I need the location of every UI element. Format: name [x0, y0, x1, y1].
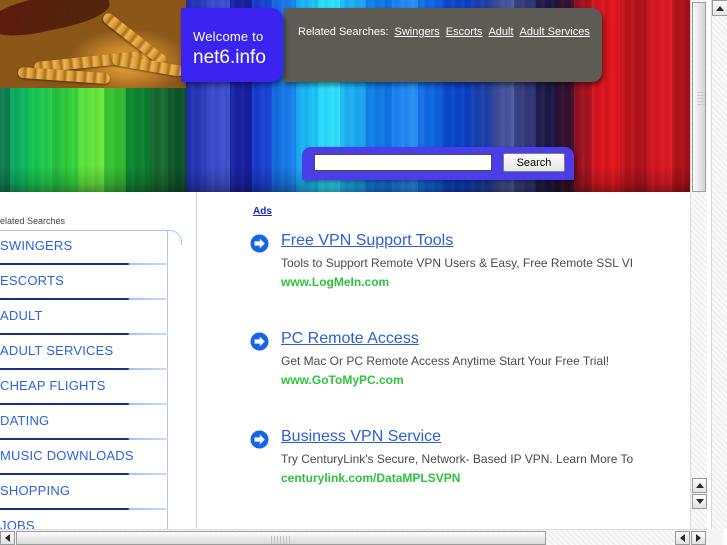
- welcome-badge: Welcome to net6.info: [181, 8, 283, 82]
- sidebar-item-label: JOBS: [0, 518, 35, 529]
- page-horizontal-scrollbar[interactable]: [0, 529, 707, 545]
- browser-vertical-scrollbar-track[interactable]: [712, 17, 727, 529]
- sidebar-item-label: ADULT: [0, 308, 43, 323]
- browser-vertical-scrollbar[interactable]: [711, 0, 727, 529]
- arrow-right-circle-icon: [250, 234, 269, 253]
- related-link-adult-services[interactable]: Adult Services: [520, 26, 590, 38]
- page-vertical-scrollbar-thumb[interactable]: [692, 2, 706, 192]
- scroll-left-icon[interactable]: [675, 531, 690, 545]
- scroll-up-icon[interactable]: [692, 478, 707, 493]
- site-name: net6.info: [193, 47, 266, 68]
- sidebar-title: elated Searches: [0, 216, 66, 226]
- ads-column: Ads Free VPN Support Tools Tools to Supp…: [197, 192, 707, 529]
- sidebar-item-music-downloads[interactable]: MUSIC DOWNLOADS: [0, 440, 182, 475]
- sidebar-item-edge: [167, 230, 168, 265]
- page-vertical-scrollbar[interactable]: [690, 0, 707, 529]
- arrow-right-circle-icon: [250, 430, 269, 449]
- ad-description: Try CenturyLink's Secure, Network- Based…: [281, 452, 634, 466]
- sidebar-item-swingers[interactable]: SWINGERS: [0, 230, 182, 265]
- ad-url[interactable]: www.LogMeIn.com: [281, 275, 389, 289]
- scrollbar-grip: [697, 91, 705, 105]
- arrow-right-circle-icon: [250, 332, 269, 351]
- scroll-left-icon[interactable]: [0, 531, 15, 545]
- sidebar-item-label: ESCORTS: [0, 273, 65, 288]
- sidebar-item-edge: [167, 335, 168, 370]
- ad-title[interactable]: Business VPN Service: [281, 428, 441, 446]
- search-input[interactable]: [314, 154, 492, 171]
- search-button[interactable]: Search: [503, 153, 565, 172]
- browser-viewport: Welcome to net6.info Related Searches: Sw…: [0, 0, 727, 545]
- related-searches-label: Related Searches:: [298, 26, 389, 38]
- sidebar-item-label: CHEAP FLIGHTS: [0, 378, 106, 393]
- scrollbar-grip: [271, 536, 291, 544]
- site-banner: Welcome to net6.info Related Searches: Sw…: [0, 0, 707, 192]
- related-link-swingers[interactable]: Swingers: [395, 26, 440, 38]
- ad-description: Tools to Support Remote VPN Users & Easy…: [281, 256, 634, 270]
- sidebar-item-edge: [167, 440, 168, 475]
- ad-url[interactable]: centurylink.com/DataMPLSVPN: [281, 471, 460, 485]
- sidebar-item-edge: [167, 405, 168, 440]
- sidebar-item-label: SWINGERS: [0, 238, 73, 253]
- ad-title[interactable]: Free VPN Support Tools: [281, 232, 453, 250]
- scroll-down-icon[interactable]: [692, 494, 707, 509]
- sidebar-item-adult[interactable]: ADULT: [0, 300, 182, 335]
- ads-label-link[interactable]: Ads: [253, 206, 272, 217]
- sidebar-item-adult-services[interactable]: ADULT SERVICES: [0, 335, 182, 370]
- related-link-escorts[interactable]: Escorts: [446, 26, 483, 38]
- sidebar-item-escorts[interactable]: ESCORTS: [0, 265, 182, 300]
- sidebar-corner: [155, 230, 182, 245]
- content-area: elated Searches SWINGERS ESCORTS ADULT A…: [0, 192, 707, 529]
- scroll-up-icon[interactable]: [712, 0, 727, 16]
- sidebar-item-label: MUSIC DOWNLOADS: [0, 448, 134, 463]
- sidebar-item-edge: [167, 300, 168, 335]
- sidebar-item-label: SHOPPING: [0, 483, 71, 498]
- sidebar-item-edge: [167, 265, 168, 300]
- scrollbar-corner: [707, 529, 723, 545]
- sidebar-item-shopping[interactable]: SHOPPING: [0, 475, 182, 510]
- sidebar-item-edge: [167, 510, 168, 529]
- sidebar-item-label: ADULT SERVICES: [0, 343, 114, 358]
- related-searches-bar: Related Searches: Swingers Escorts Adult Adu…: [284, 8, 602, 82]
- welcome-line-1: Welcome to: [193, 29, 264, 44]
- sidebar-item-label: DATING: [0, 413, 50, 428]
- beads-photo: [0, 0, 186, 88]
- related-searches-sidebar: elated Searches SWINGERS ESCORTS ADULT A…: [0, 192, 182, 529]
- sidebar-item-dating[interactable]: DATING: [0, 405, 182, 440]
- sidebar-list: SWINGERS ESCORTS ADULT ADULT SERVICES CH…: [0, 230, 182, 529]
- search-bar: Search: [302, 147, 574, 180]
- ad-title[interactable]: PC Remote Access: [281, 330, 419, 348]
- sidebar-item-edge: [167, 475, 168, 510]
- sidebar-item-cheap-flights[interactable]: CHEAP FLIGHTS: [0, 370, 182, 405]
- ad-description: Get Mac Or PC Remote Access Anytime Star…: [281, 354, 610, 368]
- page-content: Welcome to net6.info Related Searches: Sw…: [0, 0, 707, 529]
- sidebar-item-edge: [167, 370, 168, 405]
- sidebar-item-jobs[interactable]: JOBS: [0, 510, 182, 529]
- ad-url[interactable]: www.GoToMyPC.com: [281, 373, 404, 387]
- scroll-right-icon[interactable]: [691, 531, 706, 545]
- page-horizontal-scrollbar-thumb[interactable]: [16, 531, 546, 545]
- related-link-adult[interactable]: Adult: [488, 26, 513, 38]
